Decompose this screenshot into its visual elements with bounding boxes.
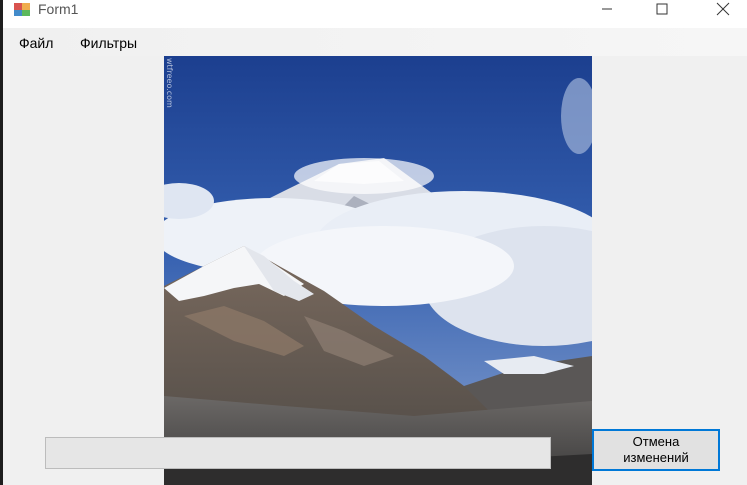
undo-changes-button[interactable]: Отмена изменений (592, 429, 720, 471)
image-picturebox: wtfreeo.com (164, 56, 592, 485)
maximize-icon (656, 3, 668, 15)
menu-file[interactable]: Файл (15, 35, 57, 51)
menu-bar: Файл Фильтры (3, 28, 747, 56)
minimize-icon (602, 8, 612, 10)
app-icon (14, 3, 30, 16)
maximize-button[interactable] (640, 0, 684, 18)
progress-bar (45, 437, 551, 469)
window-title: Form1 (38, 1, 79, 17)
close-icon (716, 2, 730, 16)
mountain-photo (164, 56, 592, 485)
undo-changes-label: Отмена изменений (623, 434, 689, 466)
watermark-text: wtfreeo.com (165, 58, 174, 108)
close-button[interactable] (701, 0, 745, 18)
undo-label-line2: изменений (623, 450, 689, 465)
title-bar[interactable]: Form1 (3, 0, 747, 28)
menu-filters[interactable]: Фильтры (76, 35, 141, 51)
undo-label-line1: Отмена (632, 434, 680, 449)
minimize-button[interactable] (585, 0, 629, 18)
app-window: Form1 Файл Фильтры wtfreeo.com Отмена из… (3, 0, 747, 485)
